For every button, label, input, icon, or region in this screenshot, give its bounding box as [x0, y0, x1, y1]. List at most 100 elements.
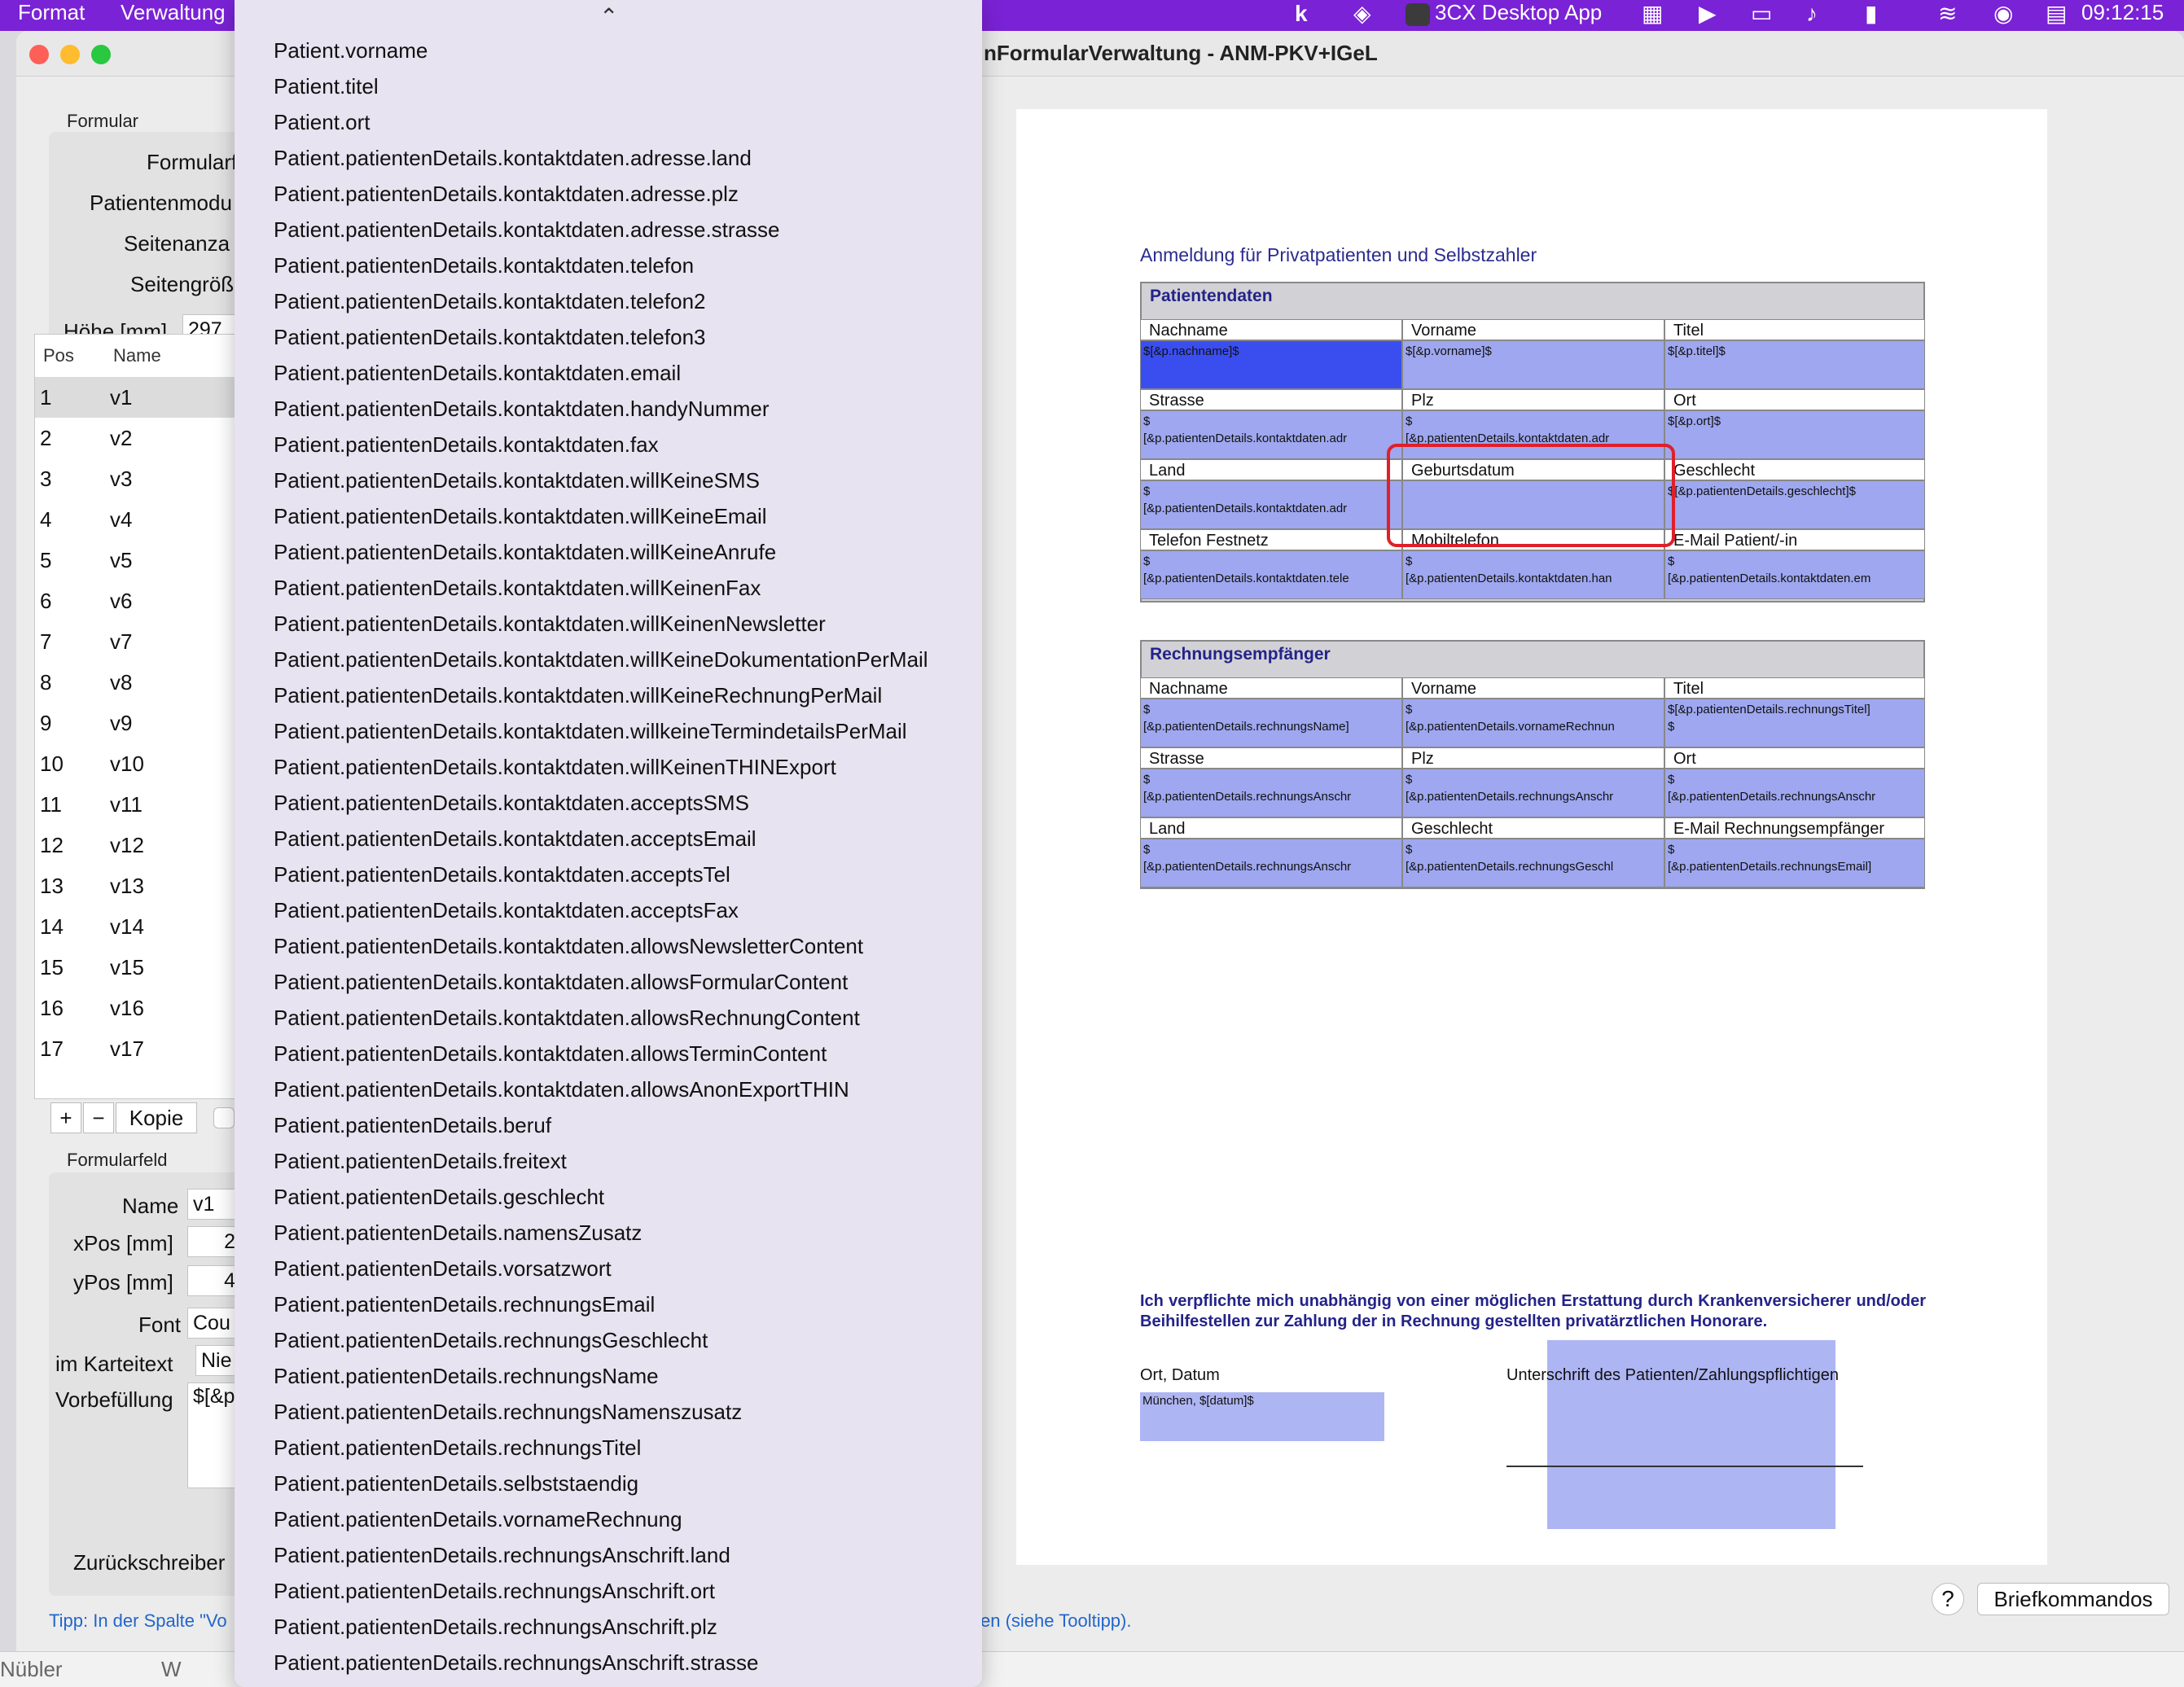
dropdown-item[interactable]: Patient.patientenDetails.kontaktdaten.ad… [274, 215, 974, 251]
calendar-icon[interactable]: ▦ [1642, 2, 1663, 26]
dropdown-item[interactable]: Patient.patientenDetails.geschlecht [274, 1182, 974, 1218]
dropdown-item[interactable]: Patient.patientenDetails.kontaktdaten.wi… [274, 609, 974, 645]
table-row[interactable]: 6 v6 [35, 581, 245, 621]
table-row[interactable]: 9 v9 [35, 703, 245, 743]
patient-value-field[interactable]: $[&p.nachname]$ [1140, 340, 1402, 389]
menu-clock[interactable]: 09:12:15 [2081, 0, 2164, 24]
rechnung-value-field[interactable]: $[&p.patientenDetails.rechnungsTitel] $ [1664, 699, 1925, 747]
dropdown-item[interactable]: Patient.patientenDetails.rechnungsAnschr… [274, 1540, 974, 1576]
volume-icon[interactable]: ♪ [1806, 2, 1818, 26]
dropdown-item[interactable]: Patient.patientenDetails.rechnungsName [274, 1361, 974, 1397]
dropdown-item[interactable]: Patient.titel [274, 72, 974, 107]
3cx-app-icon[interactable] [1406, 3, 1430, 26]
patient-value-field[interactable]: $ [&p.patientenDetails.kontaktdaten.han [1402, 550, 1664, 599]
dropdown-item[interactable]: Patient.patientenDetails.rechnungsTitel [274, 1433, 974, 1469]
font-select[interactable]: Cou [187, 1308, 239, 1339]
dropdown-item[interactable]: Patient.patientenDetails.kontaktdaten.te… [274, 287, 974, 322]
pos-column-header[interactable]: Pos [43, 335, 74, 377]
dropdown-item[interactable]: Patient.vorname [274, 36, 974, 72]
vorbefuellung-field[interactable]: $[&p [187, 1382, 239, 1488]
menu-verwaltung[interactable]: Verwaltung [121, 0, 226, 24]
table-row[interactable]: 15 v15 [35, 947, 245, 988]
dropdown-item[interactable]: Patient.patientenDetails.namensZusatz [274, 1218, 974, 1254]
menu-format[interactable]: Format [18, 0, 85, 24]
dropdown-item[interactable]: Patient.patientenDetails.rechnungsAnschr… [274, 1576, 974, 1612]
dropdown-item[interactable]: Patient.patientenDetails.kontaktdaten.fa… [274, 430, 974, 466]
dropdown-item[interactable]: Patient.patientenDetails.kontaktdaten.al… [274, 1039, 974, 1075]
k-app-icon[interactable]: k [1295, 2, 1308, 26]
dropdown-item[interactable]: Patient.patientenDetails.kontaktdaten.wi… [274, 681, 974, 716]
patient-value-field[interactable]: $ [&p.patientenDetails.kontaktdaten.adr [1140, 410, 1402, 459]
table-row[interactable]: 2 v2 [35, 418, 245, 458]
rechnung-value-field[interactable]: $ [&p.patientenDetails.rechnungsAnschr [1140, 839, 1402, 887]
rechnung-value-field[interactable]: $ [&p.patientenDetails.rechnungsName] [1140, 699, 1402, 747]
dropdown-item[interactable]: Patient.patientenDetails.rechnungsNamens… [274, 1397, 974, 1433]
dropdown-item[interactable]: Patient.patientenDetails.vorsatzwort [274, 1254, 974, 1290]
table-row[interactable]: 16 v16 [35, 988, 245, 1028]
dropdown-item[interactable]: Patient.patientenDetails.kontaktdaten.wi… [274, 502, 974, 537]
dropdown-item[interactable]: Patient.patientenDetails.vornameRechnung [274, 1505, 974, 1540]
dropdown-item[interactable]: Patient.patientenDetails.kontaktdaten.al… [274, 967, 974, 1003]
dropdown-item[interactable]: Patient.patientenDetails.kontaktdaten.wi… [274, 466, 974, 502]
table-row[interactable]: 10 v10 [35, 743, 245, 784]
feld-name-field[interactable]: v1 [187, 1189, 239, 1220]
copy-button[interactable]: Kopie [116, 1102, 197, 1133]
patient-value-field[interactable]: $[&p.ort]$ [1664, 410, 1925, 459]
wifi-icon[interactable]: ≋ [1938, 2, 1957, 26]
ypos-field[interactable]: 4 [187, 1265, 239, 1296]
dropdown-item[interactable]: Patient.patientenDetails.kontaktdaten.ac… [274, 860, 974, 896]
table-row[interactable]: 1 v1 [35, 377, 245, 418]
patient-value-field[interactable]: $ [&p.patientenDetails.kontaktdaten.tele [1140, 550, 1402, 599]
table-row[interactable]: 4 v4 [35, 499, 245, 540]
im-karteitext-select[interactable]: Nie [195, 1345, 239, 1376]
table-row[interactable]: 12 v12 [35, 825, 245, 865]
dropdown-item[interactable]: Patient.patientenDetails.kontaktdaten.al… [274, 931, 974, 967]
table-row[interactable]: 13 v13 [35, 865, 245, 906]
dropdown-item[interactable]: Patient.patientenDetails.kontaktdaten.wi… [274, 537, 974, 573]
display-icon[interactable]: ▭ [1751, 2, 1772, 26]
name-column-header[interactable]: Name [113, 335, 161, 377]
dropdown-item[interactable]: Patient.patientenDetails.kontaktdaten.al… [274, 1075, 974, 1111]
menu-3cx-app[interactable]: 3CX Desktop App [1435, 0, 1602, 24]
dropdown-item[interactable]: Patient.patientenDetails.kontaktdaten.ac… [274, 896, 974, 931]
table-row[interactable]: 5 v5 [35, 540, 245, 581]
briefkommandos-button[interactable]: Briefkommandos [1977, 1583, 2169, 1615]
zoom-button[interactable] [91, 45, 111, 64]
dropdown-item[interactable]: Patient.patientenDetails.kontaktdaten.em… [274, 358, 974, 394]
dropdown-item[interactable]: Patient.patientenDetails.rechnungsGeschl… [274, 1326, 974, 1361]
dropdown-item[interactable]: Patient.patientenDetails.freitext [274, 1146, 974, 1182]
dropdown-item[interactable]: Patient.patientenDetails.kontaktdaten.ad… [274, 143, 974, 179]
help-button[interactable]: ? [1932, 1583, 1964, 1615]
dropdown-item[interactable]: Patient.ort [274, 107, 974, 143]
keyboard-icon[interactable]: ▤ [2046, 2, 2067, 26]
xpos-field[interactable]: 2 [187, 1226, 239, 1257]
remove-button[interactable]: − [83, 1102, 114, 1133]
dropdown-item[interactable]: Patient.patientenDetails.kontaktdaten.te… [274, 251, 974, 287]
patient-value-field[interactable]: $ [&p.patientenDetails.kontaktdaten.adr [1140, 480, 1402, 529]
play-icon[interactable]: ▶ [1699, 2, 1717, 26]
rechnung-value-field[interactable]: $ [&p.patientenDetails.rechnungsEmail] [1664, 839, 1925, 887]
ort-datum-field[interactable]: München, $[datum]$ [1140, 1392, 1384, 1441]
rechnung-value-field[interactable]: $ [&p.patientenDetails.vornameRechnun [1402, 699, 1664, 747]
patient-value-field[interactable]: $[&p.titel]$ [1664, 340, 1925, 389]
table-row[interactable]: 3 v3 [35, 458, 245, 499]
rechnung-value-field[interactable]: $ [&p.patientenDetails.rechnungsAnschr [1402, 769, 1664, 817]
rechnung-value-field[interactable]: $ [&p.patientenDetails.rechnungsAnschr [1664, 769, 1925, 817]
user-icon[interactable]: ◉ [1993, 2, 2013, 26]
rechnung-value-field[interactable]: $ [&p.patientenDetails.rechnungsGeschl [1402, 839, 1664, 887]
table-row[interactable]: 14 v14 [35, 906, 245, 947]
dropdown-item[interactable]: Patient.patientenDetails.rechnungsAnschr… [274, 1612, 974, 1648]
dropdown-item[interactable]: Patient.patientenDetails.kontaktdaten.ac… [274, 788, 974, 824]
patient-value-field[interactable]: $[&p.patientenDetails.geschlecht]$ [1664, 480, 1925, 529]
scroll-up-chevron-icon[interactable]: ⌃ [599, 3, 618, 30]
dropdown-item[interactable]: Patient.patientenDetails.kontaktdaten.wi… [274, 716, 974, 752]
dropdown-item[interactable]: Patient.patientenDetails.kontaktdaten.wi… [274, 573, 974, 609]
dropdown-item[interactable]: Patient.patientenDetails.kontaktdaten.ac… [274, 824, 974, 860]
dropdown-item[interactable]: Patient.patientenDetails.kontaktdaten.al… [274, 1003, 974, 1039]
minimize-button[interactable] [60, 45, 80, 64]
rechnung-value-field[interactable]: $ [&p.patientenDetails.rechnungsAnschr [1140, 769, 1402, 817]
close-button[interactable] [29, 45, 49, 64]
dropdown-item[interactable]: Patient.patientenDetails.rechnungsAnschr… [274, 1648, 974, 1684]
dropdown-item[interactable]: Patient.patientenDetails.selbststaendig [274, 1469, 974, 1505]
option-checkbox[interactable] [213, 1107, 235, 1128]
